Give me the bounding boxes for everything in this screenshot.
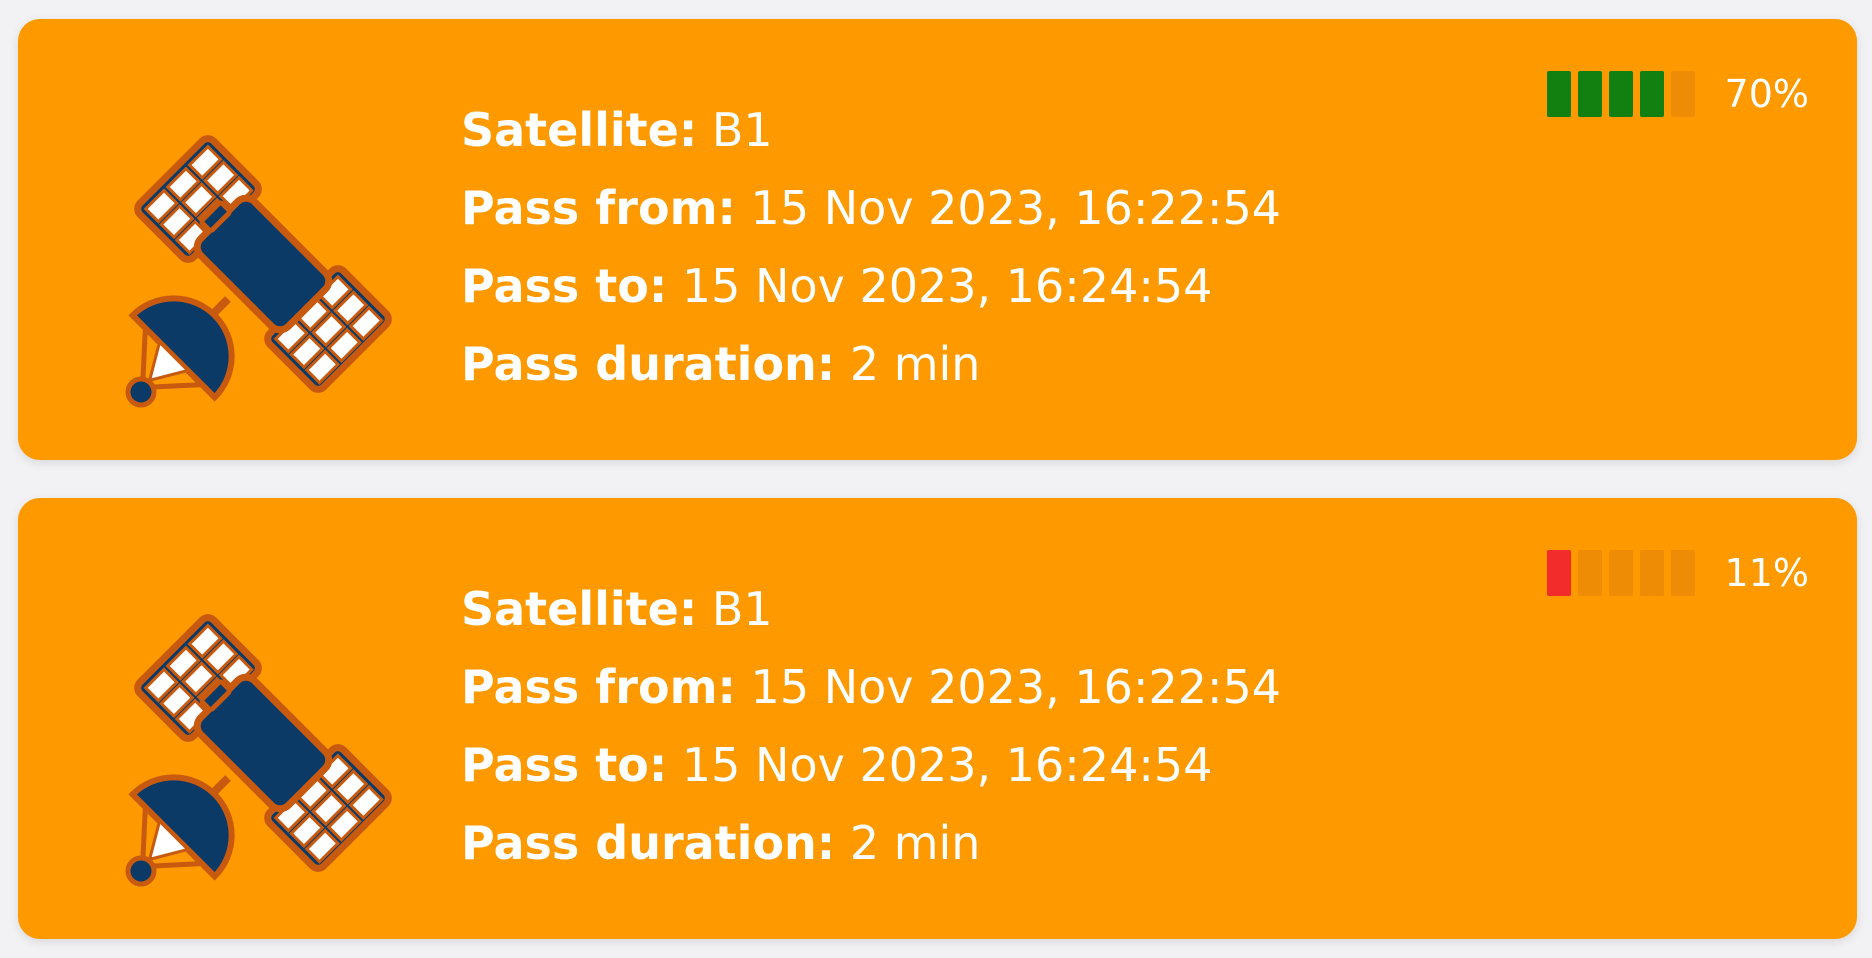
signal-bar-empty	[1608, 550, 1633, 596]
pass-to-label: Pass to:	[461, 738, 668, 792]
pass-from-row: Pass from: 15 Nov 2023, 16:22:54	[461, 648, 1281, 726]
signal-strength-indicator: 70%	[1546, 71, 1809, 117]
satellite-label: Satellite:	[461, 103, 698, 157]
signal-bar-filled	[1577, 71, 1602, 117]
signal-bars	[1546, 71, 1695, 117]
pass-details: Satellite: B1 Pass from: 15 Nov 2023, 16…	[461, 91, 1281, 403]
satellite-icon	[103, 104, 423, 424]
satellite-icon	[103, 583, 423, 903]
pass-duration-label: Pass duration:	[461, 337, 836, 391]
signal-bar-empty	[1670, 71, 1695, 117]
pass-duration-label: Pass duration:	[461, 816, 836, 870]
signal-bar-empty	[1639, 550, 1664, 596]
signal-bar-filled	[1608, 71, 1633, 117]
satellite-row: Satellite: B1	[461, 91, 1281, 169]
pass-to-label: Pass to:	[461, 259, 668, 313]
pass-from-label: Pass from:	[461, 660, 736, 714]
pass-duration-row: Pass duration: 2 min	[461, 804, 1281, 882]
pass-from-value: 15 Nov 2023, 16:22:54	[750, 660, 1282, 714]
pass-from-value: 15 Nov 2023, 16:22:54	[750, 181, 1282, 235]
pass-details: Satellite: B1 Pass from: 15 Nov 2023, 16…	[461, 570, 1281, 882]
satellite-pass-card[interactable]: Satellite: B1 Pass from: 15 Nov 2023, 16…	[18, 498, 1857, 939]
pass-from-row: Pass from: 15 Nov 2023, 16:22:54	[461, 169, 1281, 247]
satellite-pass-card[interactable]: Satellite: B1 Pass from: 15 Nov 2023, 16…	[18, 19, 1857, 460]
signal-strength-indicator: 11%	[1546, 550, 1809, 596]
signal-percent: 70%	[1724, 72, 1809, 116]
satellite-pass-list: Satellite: B1 Pass from: 15 Nov 2023, 16…	[0, 0, 1872, 958]
signal-bar-filled	[1546, 71, 1571, 117]
signal-bar-filled	[1639, 71, 1664, 117]
signal-percent: 11%	[1724, 551, 1809, 595]
pass-from-label: Pass from:	[461, 181, 736, 235]
pass-to-value: 15 Nov 2023, 16:24:54	[681, 738, 1213, 792]
signal-bar-filled	[1546, 550, 1571, 596]
satellite-value: B1	[711, 103, 773, 157]
satellite-label: Satellite:	[461, 582, 698, 636]
pass-duration-value: 2 min	[849, 337, 981, 391]
signal-bar-empty	[1577, 550, 1602, 596]
pass-duration-value: 2 min	[849, 816, 981, 870]
pass-to-value: 15 Nov 2023, 16:24:54	[681, 259, 1213, 313]
pass-to-row: Pass to: 15 Nov 2023, 16:24:54	[461, 726, 1281, 804]
signal-bar-empty	[1670, 550, 1695, 596]
satellite-value: B1	[711, 582, 773, 636]
signal-bars	[1546, 550, 1695, 596]
satellite-row: Satellite: B1	[461, 570, 1281, 648]
pass-to-row: Pass to: 15 Nov 2023, 16:24:54	[461, 247, 1281, 325]
pass-duration-row: Pass duration: 2 min	[461, 325, 1281, 403]
